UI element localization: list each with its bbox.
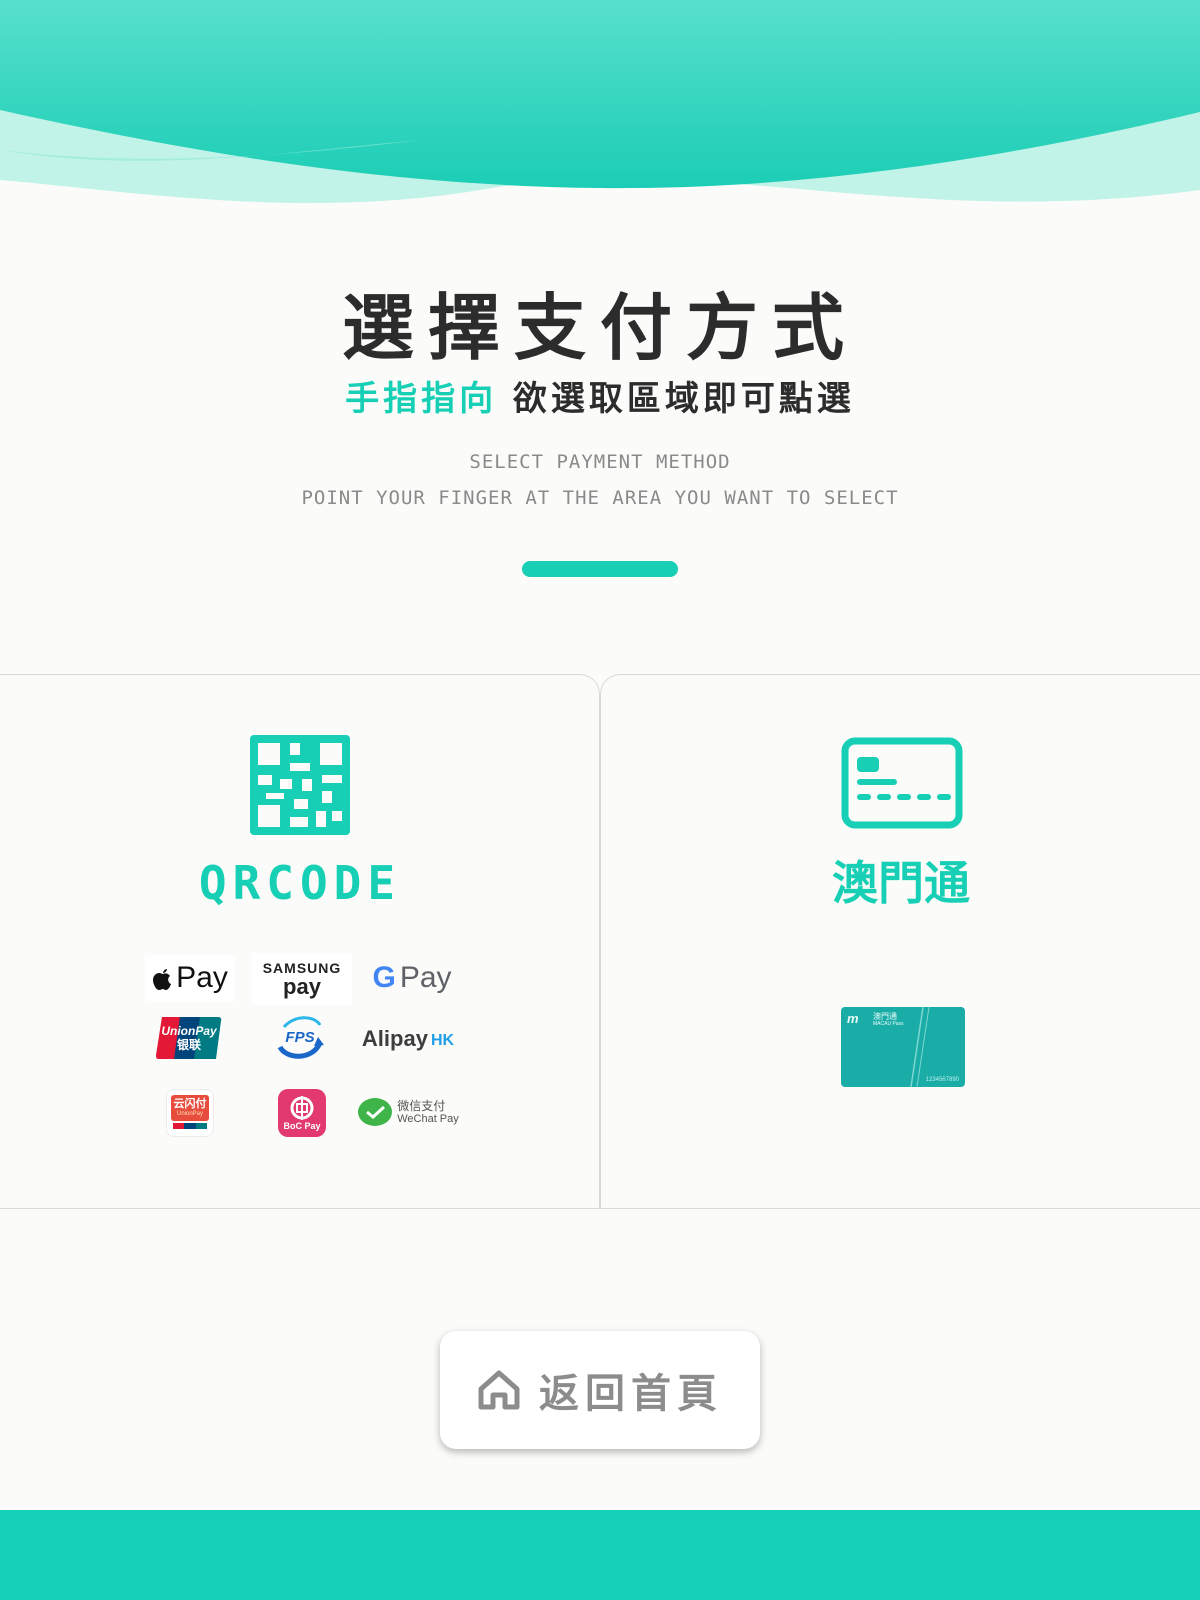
alipay-text: Alipay <box>361 1026 428 1051</box>
header-wave <box>0 0 1200 203</box>
wechat-icon <box>358 1098 393 1126</box>
unionpay-cn-text: 银联 <box>176 1038 201 1052</box>
macau-pass-card-brand-en: MACAU Pass <box>873 1021 904 1027</box>
yunshanfu-stripe <box>173 1123 207 1129</box>
yunshanfu-sub-text: UnionPay <box>176 1111 203 1117</box>
google-g-icon: G <box>372 961 396 994</box>
macau-pass-card-brand: 澳門通 <box>873 1012 897 1021</box>
subtitle-accent: 手指指向 <box>345 379 498 419</box>
card-stripes <box>910 1007 930 1087</box>
home-icon <box>478 1370 520 1410</box>
bocpay-logo: BoC Pay <box>278 1089 326 1137</box>
macau-pass-card-image: m 澳門通 MACAU Pass 1234567890 <box>841 1007 965 1087</box>
google-pay-logo: G Pay <box>362 955 462 1001</box>
macau-pass-card-number: 1234567890 <box>925 1077 959 1083</box>
macau-pass-option-card[interactable]: 澳門通 m 澳門通 MACAU Pass 1234567890 <box>600 674 1200 1209</box>
qrcode-option-card[interactable]: QRCODE Pay SAMSUNG pay G Pay UnionPay 银联 <box>0 674 600 1209</box>
unionpay-logo: UnionPay 银联 <box>156 1017 222 1059</box>
wechat-en-text: WeChat Pay <box>397 1113 459 1125</box>
samsung-pay-text: pay <box>283 974 321 999</box>
apple-icon <box>153 969 172 990</box>
yunshanfu-badge: 云闪付 UnionPay <box>171 1095 209 1121</box>
qrcode-title: QRCODE <box>198 856 402 910</box>
wechat-pay-logo: 微信支付 WeChat Pay <box>356 1093 460 1133</box>
samsung-pay-logo: SAMSUNG pay <box>252 953 352 1005</box>
fps-text: FPS <box>285 1028 315 1046</box>
page-subtitle: 手指指向 欲選取區域即可點選 <box>0 376 1200 422</box>
apple-pay-logo: Pay <box>145 955 235 1001</box>
google-pay-text: Pay <box>399 961 452 994</box>
alipay-hk-logo: Alipay HK <box>355 1021 461 1057</box>
fps-logo: FPS <box>272 1013 328 1061</box>
macau-pass-m-logo: m <box>847 1011 859 1026</box>
footer-bar <box>0 1510 1200 1600</box>
alipay-hk-text: HK <box>430 1032 455 1049</box>
home-button[interactable]: 返回首頁 <box>440 1331 760 1449</box>
macau-pass-title: 澳門通 <box>832 856 970 910</box>
english-subtitle: POINT YOUR FINGER AT THE AREA YOU WANT T… <box>301 487 899 509</box>
boc-coin-icon <box>290 1096 314 1120</box>
yunshanfu-text: 云闪付 <box>173 1097 207 1110</box>
yunshanfu-logo: 云闪付 UnionPay <box>166 1089 214 1137</box>
title-divider <box>522 561 678 577</box>
unionpay-text: UnionPay <box>161 1024 217 1038</box>
header-text: 選擇支付方式 手指指向 欲選取區域即可點選 SELECT PAYMENT MET… <box>0 282 1200 516</box>
home-button-label: 返回首頁 <box>539 1371 723 1417</box>
card-icon <box>841 737 963 829</box>
english-title: SELECT PAYMENT METHOD <box>469 451 731 473</box>
apple-pay-text: Pay <box>176 961 228 994</box>
qrcode-icon <box>250 735 350 835</box>
page-title: 選擇支付方式 <box>341 286 858 370</box>
bocpay-text: BoC Pay <box>283 1121 321 1131</box>
wechat-cn-text: 微信支付 <box>397 1099 446 1113</box>
subtitle-rest: 欲選取區域即可點選 <box>512 379 855 419</box>
